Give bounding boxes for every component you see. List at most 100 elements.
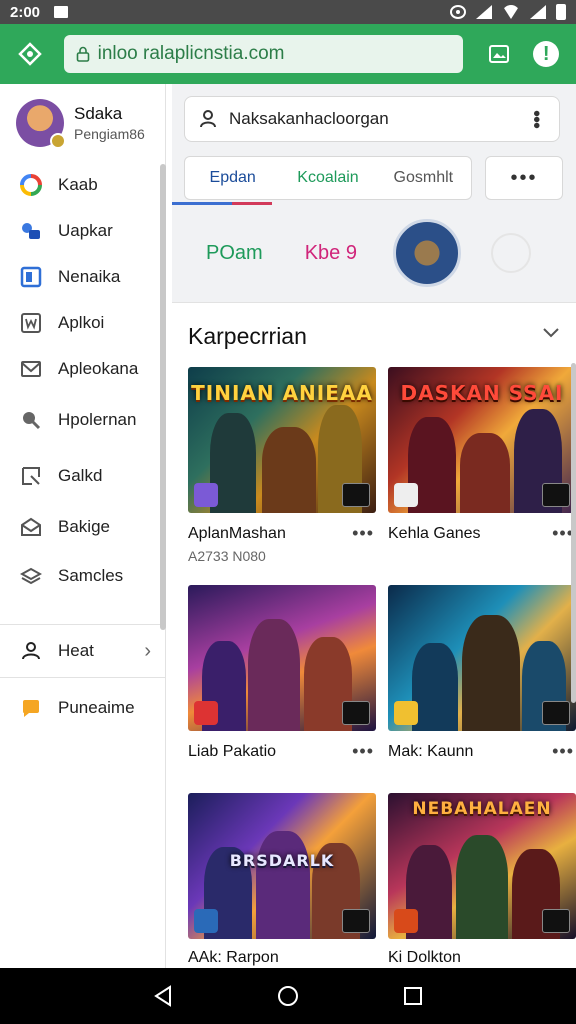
chip-kbe[interactable]: Kbe 9 [305,242,357,265]
home-circle-icon[interactable] [276,984,300,1008]
character-figure [412,643,458,731]
section-title: Karpecrrian [188,323,307,349]
search-input[interactable]: Naksakanhacloorgan [229,109,389,129]
character-figure [462,615,520,731]
more-vert-icon[interactable]: ••• [524,110,547,128]
sidebar-item-galkd[interactable]: Galkd [0,448,165,504]
sidebar-item-label: Hpolernan [58,410,137,429]
chevron-down-icon[interactable] [542,323,560,341]
envelope-open-icon [20,516,42,538]
app-badge-icon [394,909,418,933]
publisher-badge-icon [342,483,370,507]
game-subtitle: A2733 N080 [188,548,266,564]
avatar [16,99,66,149]
game-artwork[interactable]: NEBAHALAEN [388,793,576,939]
sidebar-item-kaab[interactable]: Kaab [0,162,165,208]
game-tile[interactable]: DASKAN SSAI Kehla Ganes ••• [388,367,576,544]
character-figure [262,427,316,513]
clock: 2:00 [10,3,41,21]
sidebar-item-label: Puneaime [58,698,135,717]
browser-toolbar: inloo ralaplicnstia.com ! [0,24,576,84]
app-badge-icon [194,909,218,933]
tab-bar: Epdan Kcoalain Gosmhlt [184,156,472,200]
back-icon[interactable] [151,984,175,1008]
content-scrollbar[interactable] [571,363,576,703]
game-artwork[interactable] [388,585,576,731]
app-badge-icon [394,483,418,507]
search-icon [20,409,42,431]
chip-row: POam Kbe 9 [172,210,576,296]
battery-icon [556,4,566,20]
game-artwork[interactable]: DASKAN SSAI [388,367,576,513]
sidebar-item-apleokana[interactable]: Apleokana [0,346,165,392]
sidebar-item-hpolernan[interactable]: Hpolernan [0,392,165,448]
tab-more-button[interactable]: ••• [485,156,563,200]
game-title: AplanMashan [188,524,286,542]
sidebar-item-bakige[interactable]: Bakige [0,504,165,550]
game-tile[interactable]: NEBAHALAEN Ki Dolkton [388,793,576,967]
alert-button[interactable]: ! [530,38,562,70]
profile-subtitle: Pengiam86 [74,126,145,142]
tabs-button[interactable] [483,38,515,70]
url-text: inloo ralaplicnstia.com [97,43,285,64]
artwork-title: NEBAHALAEN [412,799,552,819]
game-tile[interactable]: TINIAN ANIEAA AplanMashan ••• A2733 N080 [188,367,376,564]
more-options-icon[interactable]: ••• [552,741,574,762]
mail-icon [20,358,42,380]
layers-icon [20,565,42,587]
sidebar-item-label: Galkd [58,466,103,485]
main-content: Naksakanhacloorgan ••• Epdan Kcoalain Go… [172,84,576,968]
sidebar-scrollbar[interactable] [160,164,166,630]
character-figure [256,831,310,939]
sidebar: Sdaka Pengiam86 Kaab Uapkar Nenaika Aplk… [0,84,166,968]
game-artwork[interactable]: TINIAN ANIEAA [188,367,376,513]
game-title: Mak: Kaunn [388,742,474,760]
address-bar[interactable]: inloo ralaplicnstia.com [63,35,463,73]
sidebar-item-puneaime[interactable]: Puneaime [0,678,165,738]
artwork-title: TINIAN ANIEAA [191,381,373,405]
sidebar-item-heat[interactable]: Heat › [0,625,165,677]
sidebar-item-nenaika[interactable]: Nenaika [0,254,165,300]
blue-square-icon [20,266,42,288]
image-icon [488,45,509,63]
chip-poam[interactable]: POam [206,242,263,265]
signal-icon [476,5,492,19]
recents-icon[interactable] [401,984,425,1008]
more-options-icon[interactable]: ••• [352,523,374,544]
sidebar-item-aplkoi[interactable]: Aplkoi [0,300,165,346]
framed-w-icon [20,312,42,334]
publisher-badge-icon [542,483,570,507]
wifi-icon [502,5,520,19]
publisher-badge-icon [342,909,370,933]
publisher-badge-icon [542,701,570,725]
home-icon[interactable] [14,38,46,70]
publisher-badge-icon [542,909,570,933]
game-artwork[interactable]: BRSDARLK [188,793,376,939]
person-icon [20,640,42,662]
app-badge-icon [194,701,218,725]
section-card: Karpecrrian TINIAN ANIEAA AplanMashan ••… [172,302,576,968]
sidebar-item-uapkar[interactable]: Uapkar [0,208,165,254]
game-title: Kehla Ganes [388,524,481,542]
tab-kcoalain[interactable]: Kcoalain [280,157,375,199]
sidebar-item-label: Kaab [58,175,98,194]
artwork-title: BRSDARLK [229,851,335,870]
tab-epdan[interactable]: Epdan [185,157,280,199]
game-artwork[interactable] [188,585,376,731]
game-tile[interactable]: Liab Pakatio ••• [188,585,376,762]
search-bar[interactable]: Naksakanhacloorgan ••• [184,96,560,142]
game-title: AAk: Rarpon [188,949,279,966]
profile[interactable]: Sdaka Pengiam86 [0,84,165,162]
sidebar-item-samcles[interactable]: Samcles [0,550,165,602]
chip-placeholder[interactable] [490,233,531,273]
game-tile[interactable]: BRSDARLK AAk: Rarpon [188,793,376,967]
tab-gosmhlt[interactable]: Gosmhlt [376,157,471,199]
sidebar-item-label: Heat [58,641,94,660]
game-title: Ki Dolkton [388,949,461,966]
alert-icon: ! [533,41,560,67]
more-options-icon[interactable]: ••• [352,741,374,762]
game-tile[interactable]: Mak: Kaunn ••• [388,585,576,762]
game-title: Liab Pakatio [188,742,277,760]
chip-avatar[interactable] [392,219,461,287]
profile-name: Sdaka [74,104,123,123]
